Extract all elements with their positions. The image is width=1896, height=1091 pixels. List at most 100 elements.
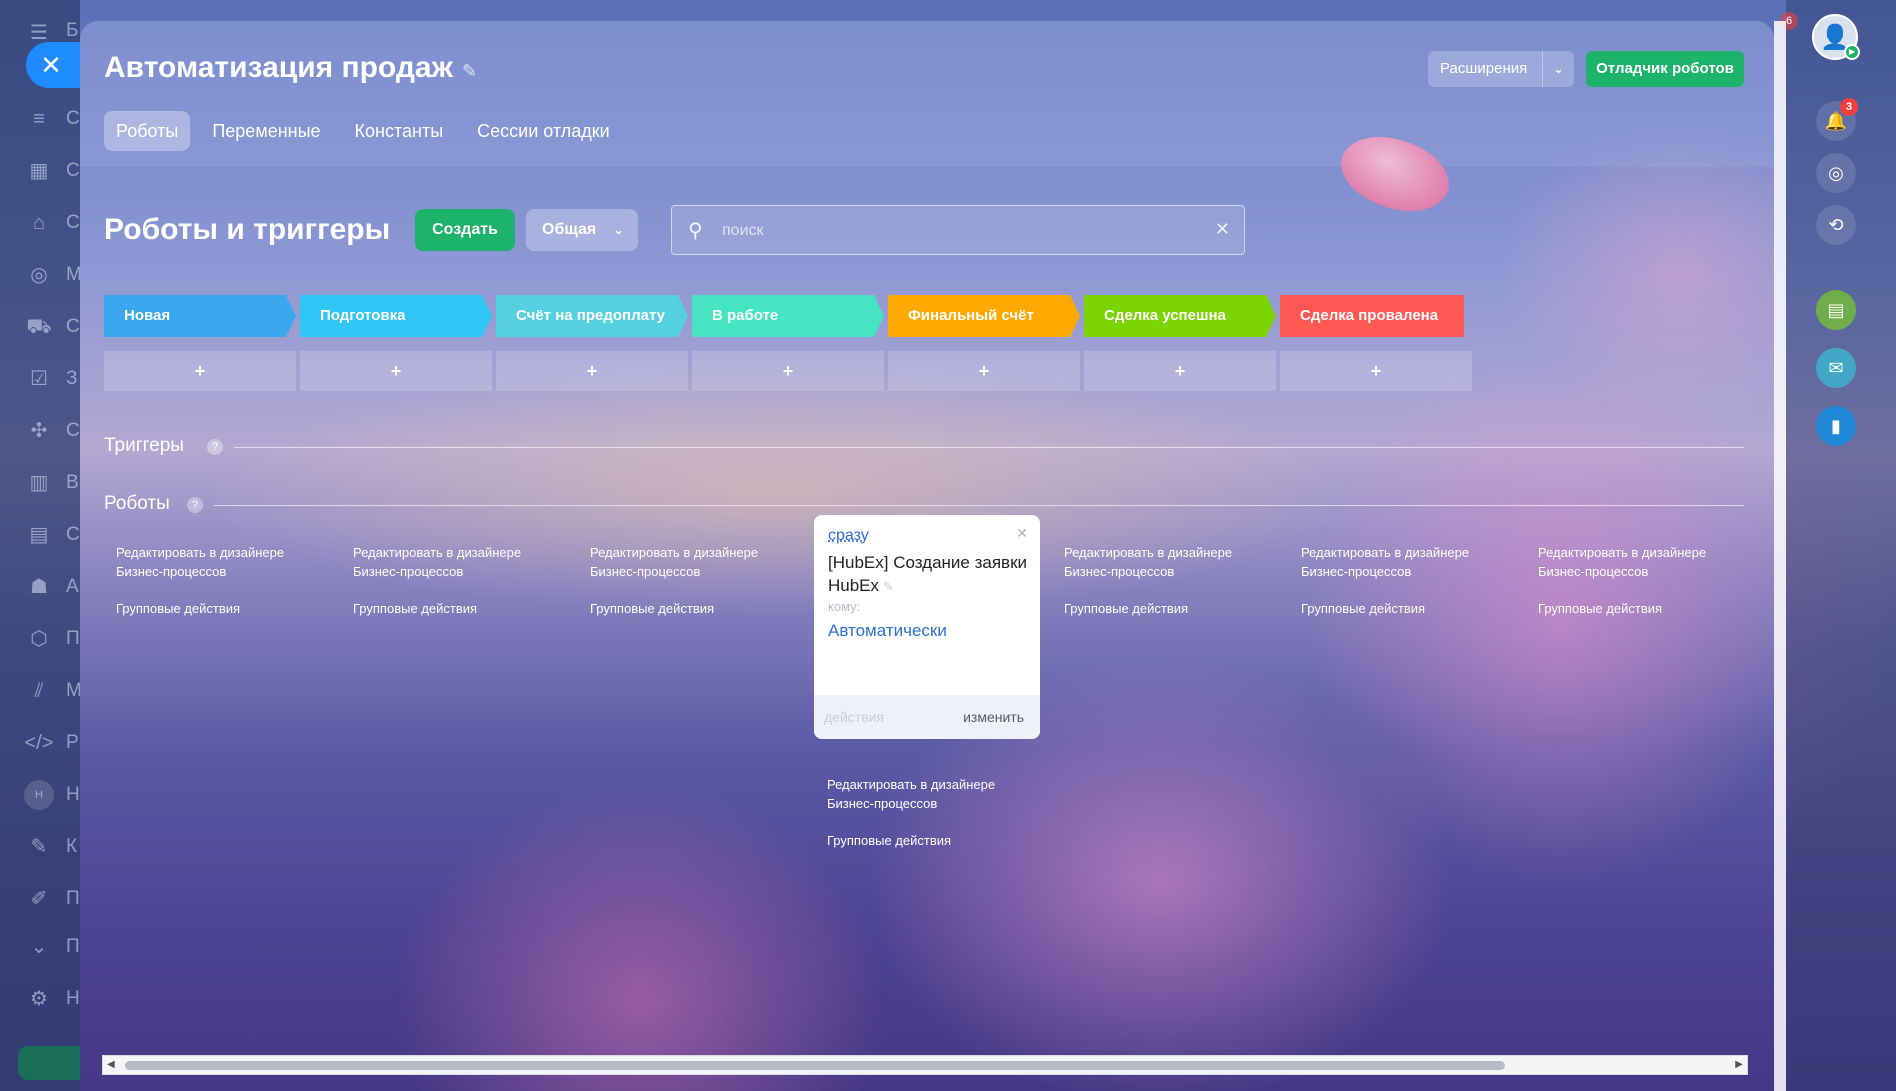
add-trigger-button[interactable]: +	[300, 351, 492, 391]
sidebar-letter: П	[66, 936, 80, 957]
workspace-avatar[interactable]: H	[24, 780, 54, 810]
edit-link-line: Редактировать в дизайнере	[353, 545, 522, 560]
help-icon[interactable]: ?	[207, 439, 223, 455]
edit-link-line: Бизнес-процессов	[353, 564, 464, 579]
notes-icon[interactable]: ▤	[1816, 290, 1856, 330]
pencil-icon[interactable]: ✎	[883, 579, 894, 594]
bookmark-icon[interactable]: ▮	[1816, 406, 1856, 446]
box-icon[interactable]: ⬡	[24, 624, 54, 654]
robot-title: [HubEx] Создание заявки HubEx ✎	[828, 551, 1028, 598]
extensions-button[interactable]: Расширения ⌄	[1428, 51, 1574, 87]
robot-actions-link[interactable]: действия	[824, 709, 884, 725]
search-icon: ⚲	[688, 220, 703, 242]
code-icon[interactable]: </>	[24, 728, 54, 758]
search-chat-icon[interactable]: ⟲	[1816, 205, 1856, 245]
chevron-down-icon[interactable]: ⌄	[24, 932, 54, 962]
checkbox-icon[interactable]: ☑	[24, 364, 54, 394]
group-actions-link[interactable]: Групповые действия	[116, 599, 312, 618]
category-select[interactable]: Общая ⌄	[526, 209, 638, 251]
gear-icon[interactable]: ⚙	[24, 984, 54, 1014]
column-links: Редактировать в дизайнере Бизнес-процессо…	[827, 775, 1023, 850]
tab-variables[interactable]: Переменные	[200, 111, 332, 151]
add-trigger-button[interactable]: +	[104, 351, 296, 391]
add-trigger-button[interactable]: +	[888, 351, 1080, 391]
stage-new[interactable]: Новая	[104, 295, 296, 337]
robot-icon[interactable]: ☗	[24, 572, 54, 602]
stage-final-invoice[interactable]: Финальный счёт	[888, 295, 1080, 337]
calendar-icon[interactable]: ▦	[24, 156, 54, 186]
search-input[interactable]	[722, 216, 1192, 246]
edit-in-designer-link[interactable]: Редактировать в дизайнере Бизнес-процессо…	[1538, 543, 1734, 581]
sidebar-letter: С	[66, 316, 80, 337]
robot-change-link[interactable]: изменить	[963, 709, 1024, 725]
robot-card[interactable]: сразу ✕ [HubEx] Создание заявки HubEx ✎ к…	[814, 515, 1040, 739]
chart-icon[interactable]: ▥	[24, 468, 54, 498]
robot-responsible-link[interactable]: Автоматически	[828, 621, 947, 641]
group-actions-link[interactable]: Групповые действия	[353, 599, 549, 618]
edit-in-designer-link[interactable]: Редактировать в дизайнере Бизнес-процессо…	[827, 775, 1023, 813]
add-trigger-button[interactable]: +	[692, 351, 884, 391]
create-button[interactable]: Создать	[415, 209, 515, 251]
pen-icon[interactable]: ✐	[24, 884, 54, 914]
sidebar-letter: А	[66, 576, 79, 597]
pin-icon[interactable]: ✎	[462, 61, 477, 82]
tab-constants[interactable]: Константы	[343, 111, 456, 151]
card-icon[interactable]: ▤	[24, 520, 54, 550]
cart-icon[interactable]: ⛟	[24, 312, 54, 342]
add-trigger-button[interactable]: +	[1280, 351, 1472, 391]
edit-link-line: Редактировать в дизайнере	[1538, 545, 1707, 560]
scroll-left-icon[interactable]: ◀	[107, 1059, 115, 1070]
robot-delay-link[interactable]: сразу	[828, 527, 869, 545]
edit-in-designer-link[interactable]: Редактировать в дизайнере Бизнес-процессо…	[116, 543, 312, 581]
brush-icon[interactable]: ⫽	[24, 676, 54, 706]
page-title: Автоматизация продаж	[104, 51, 453, 84]
target-icon[interactable]: ◎	[24, 260, 54, 290]
edit-in-designer-link[interactable]: Редактировать в дизайнере Бизнес-процессо…	[353, 543, 549, 581]
document-icon[interactable]: ✎	[24, 832, 54, 862]
stage-documents[interactable]: Подготовка документов	[300, 295, 492, 337]
edit-link-line: Бизнес-процессов	[590, 564, 701, 579]
group-actions-link[interactable]: Групповые действия	[1064, 599, 1260, 618]
edit-link-line: Редактировать в дизайнере	[1064, 545, 1233, 560]
extensions-label: Расширения	[1440, 60, 1528, 77]
horizontal-scrollbar[interactable]: ◀ ▶	[102, 1055, 1748, 1075]
edit-link-line: Бизнес-процессов	[827, 796, 938, 811]
chevron-down-icon[interactable]: ⌄	[1542, 51, 1574, 87]
close-slider-button[interactable]: ✕	[26, 42, 82, 88]
close-icon[interactable]: ✕	[1016, 525, 1028, 542]
group-actions-link[interactable]: Групповые действия	[827, 831, 1023, 850]
copilot-icon[interactable]: ◎	[1816, 153, 1856, 193]
edit-in-designer-link[interactable]: Редактировать в дизайнере Бизнес-процессо…	[590, 543, 786, 581]
sidebar-letter: Н	[66, 784, 80, 805]
stage-deal-won[interactable]: Сделка успешна	[1084, 295, 1276, 337]
group-actions-link[interactable]: Групповые действия	[1538, 599, 1734, 618]
tab-robots[interactable]: Роботы	[104, 111, 191, 151]
filter-icon[interactable]: ≡	[24, 104, 54, 134]
stage-in-progress[interactable]: В работе	[692, 295, 884, 337]
add-trigger-button[interactable]: +	[496, 351, 688, 391]
tab-debug-sessions[interactable]: Сессии отладки	[465, 111, 622, 151]
chat-icon[interactable]: ✉	[1816, 348, 1856, 388]
stage-deal-lost[interactable]: Сделка провалена	[1280, 295, 1464, 337]
group-actions-link[interactable]: Групповые действия	[590, 599, 786, 618]
scroll-right-icon[interactable]: ▶	[1735, 1059, 1743, 1070]
edit-link-line: Редактировать в дизайнере	[827, 777, 996, 792]
sidebar-letter: Б	[66, 20, 79, 41]
edit-link-line: Бизнес-процессов	[1064, 564, 1175, 579]
building-icon[interactable]: ⌂	[24, 208, 54, 238]
help-icon[interactable]: ?	[187, 497, 203, 513]
add-trigger-button[interactable]: +	[1084, 351, 1276, 391]
robots-label: Роботы	[104, 493, 170, 514]
group-actions-link[interactable]: Групповые действия	[1301, 599, 1497, 618]
puzzle-icon[interactable]: ✣	[24, 416, 54, 446]
tabs: Роботы Переменные Константы Сессии отлад…	[104, 111, 622, 151]
edit-in-designer-link[interactable]: Редактировать в дизайнере Бизнес-процессо…	[1301, 543, 1497, 581]
scrollbar-thumb[interactable]	[125, 1061, 1505, 1070]
triggers-label: Триггеры	[104, 435, 184, 456]
sidebar-invite-button[interactable]	[18, 1046, 82, 1080]
robot-debugger-button[interactable]: Отладчик роботов	[1586, 51, 1744, 87]
sidebar-letter: П	[66, 888, 80, 909]
edit-in-designer-link[interactable]: Редактировать в дизайнере Бизнес-процессо…	[1064, 543, 1260, 581]
stage-prepayment-invoice[interactable]: Счёт на предоплату	[496, 295, 688, 337]
close-icon[interactable]: ✕	[1215, 219, 1230, 240]
